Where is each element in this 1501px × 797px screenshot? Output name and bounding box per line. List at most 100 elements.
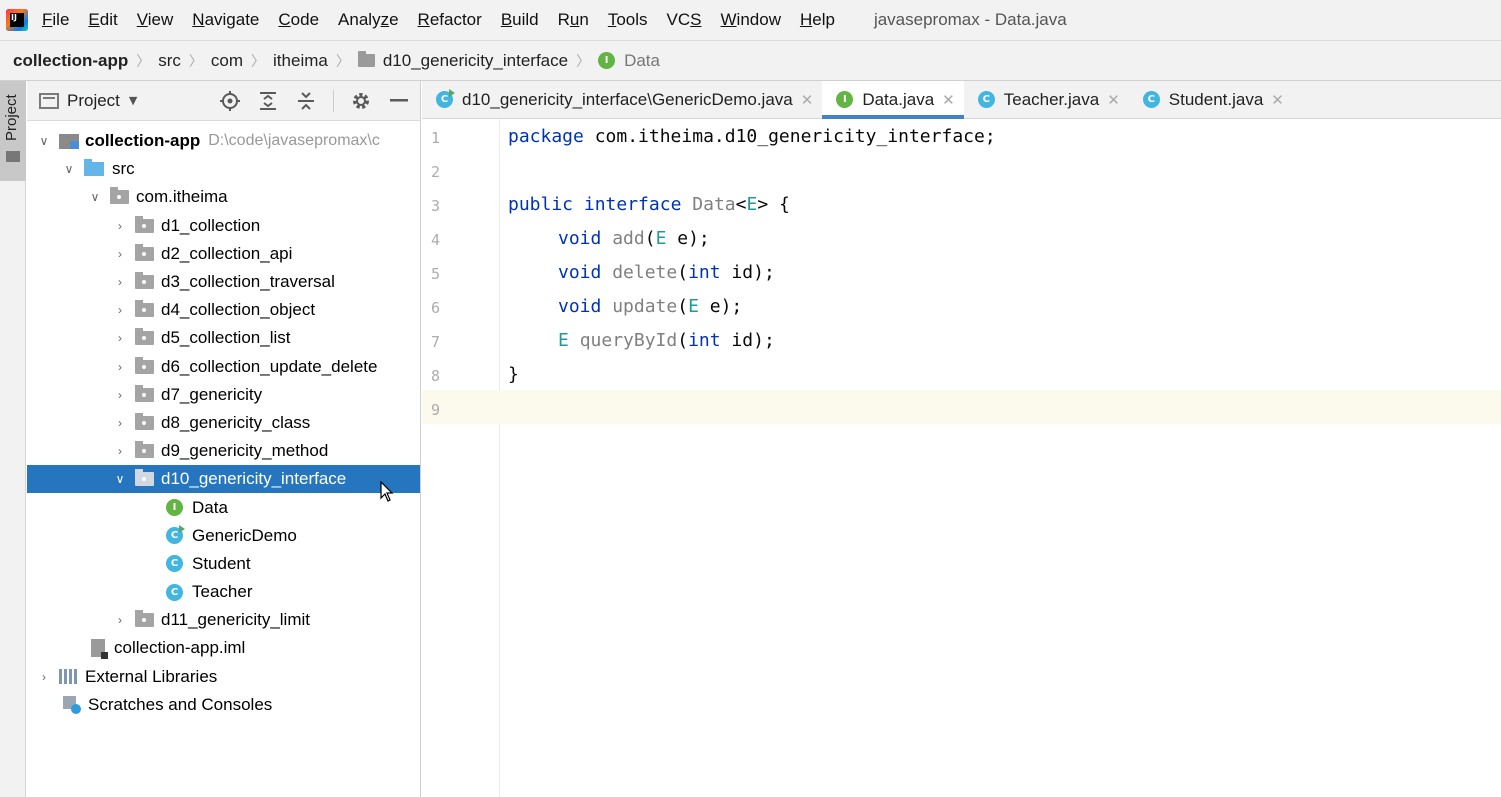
tree-node-folder[interactable]: › d5_collection_list	[27, 324, 420, 352]
project-tool-window-tab[interactable]: Project	[0, 81, 26, 181]
code-text: id);	[720, 262, 775, 283]
tree-node-file[interactable]: C Student	[27, 550, 420, 578]
tree-node-file[interactable]: C GenericDemo	[27, 522, 420, 550]
tree-node-folder-selected[interactable]: ∨ d10_genericity_interface	[27, 465, 420, 494]
menu-vcs[interactable]: VCS	[667, 10, 702, 30]
chevron-down-icon[interactable]: ∨	[37, 134, 51, 148]
breadcrumb-file[interactable]: I Data	[598, 51, 660, 71]
tree-node-file[interactable]: I Data	[27, 493, 420, 521]
tree-node-package[interactable]: ∨ com.itheima	[27, 183, 420, 211]
chevron-right-icon: 〉	[576, 52, 591, 69]
chevron-right-icon[interactable]: ›	[113, 331, 127, 345]
close-icon[interactable]: ✕	[942, 91, 955, 109]
code-line: package com.itheima.d10_genericity_inter…	[508, 126, 996, 147]
line-number-gutter: 1 2 3 4 5 6 7 8 9	[422, 119, 500, 797]
chevron-right-icon[interactable]: ›	[113, 219, 127, 233]
tree-node-src[interactable]: ∨ src	[27, 155, 420, 183]
code-line: void update(E e);	[558, 296, 742, 317]
close-icon[interactable]: ✕	[1107, 91, 1120, 109]
side-tab-label: Project	[3, 94, 20, 141]
line-number: 5	[431, 265, 441, 283]
menu-tools[interactable]: Tools	[608, 10, 648, 30]
breadcrumb-package[interactable]: d10_genericity_interface	[357, 51, 568, 71]
folder-label: d4_collection_object	[161, 300, 316, 320]
menu-view[interactable]: View	[137, 10, 174, 30]
window-title: javasepromax - Data.java	[873, 10, 1067, 29]
tree-node-external-libraries[interactable]: › External Libraries	[27, 663, 420, 691]
menu-help[interactable]: Help	[800, 10, 835, 30]
code-text: > {	[757, 194, 790, 215]
tab-data[interactable]: I Data.java ✕	[822, 81, 965, 119]
hide-panel-icon[interactable]	[388, 90, 410, 112]
chevron-right-icon[interactable]: ›	[113, 303, 127, 317]
tree-node-iml[interactable]: collection-app.iml	[27, 634, 420, 662]
keyword: void	[558, 296, 602, 317]
tab-student[interactable]: C Student.java ✕	[1129, 81, 1293, 118]
chevron-right-icon[interactable]: ›	[113, 360, 127, 374]
class-run-icon: C	[436, 89, 455, 108]
method-name: delete	[612, 262, 678, 283]
project-panel: Project ▼ ∨ collection-app D:\code\javas…	[27, 81, 421, 797]
iml-label: collection-app.iml	[114, 638, 246, 658]
tree-node-file[interactable]: C Teacher	[27, 578, 420, 606]
menu-file[interactable]: File	[42, 10, 69, 30]
tree-node-folder[interactable]: › d8_genericity_class	[27, 409, 420, 437]
tree-node-folder[interactable]: › d11_genericity_limit	[27, 606, 420, 634]
menu-analyze[interactable]: Analyze	[338, 10, 399, 30]
folder-label: d9_genericity_method	[161, 441, 329, 461]
tree-node-folder[interactable]: › d7_genericity	[27, 381, 420, 409]
breadcrumb-src[interactable]: src	[158, 51, 181, 71]
menu-code[interactable]: Code	[278, 10, 319, 30]
expand-all-icon[interactable]	[257, 90, 279, 112]
tree-node-folder[interactable]: › d6_collection_update_delete	[27, 353, 420, 381]
menu-edit[interactable]: Edit	[88, 10, 117, 30]
chevron-down-icon[interactable]: ∨	[62, 162, 76, 176]
gear-icon[interactable]	[350, 90, 372, 112]
tab-genericdemo[interactable]: C d10_genericity_interface\GenericDemo.j…	[422, 81, 822, 118]
tree-node-folder[interactable]: › d9_genericity_method	[27, 437, 420, 465]
breadcrumb-com[interactable]: com	[211, 51, 243, 71]
breadcrumb-module[interactable]: collection-app	[13, 51, 128, 71]
package-icon	[135, 300, 154, 318]
chevron-down-icon[interactable]: ∨	[88, 190, 102, 204]
tab-teacher[interactable]: C Teacher.java ✕	[964, 81, 1129, 118]
file-label: Data	[192, 497, 228, 517]
project-view-selector[interactable]: Project	[67, 91, 120, 111]
chevron-right-icon[interactable]: ›	[113, 247, 127, 261]
folder-label: d5_collection_list	[161, 328, 291, 348]
chevron-down-icon[interactable]: ▼	[129, 94, 137, 107]
tree-node-scratches[interactable]: Scratches and Consoles	[27, 691, 420, 719]
chevron-right-icon[interactable]: ›	[113, 416, 127, 430]
menu-refactor[interactable]: Refactor	[418, 10, 482, 30]
code-editor[interactable]: 1 2 3 4 5 6 7 8 9 package com.itheima.d1…	[422, 119, 1501, 797]
chevron-right-icon[interactable]: ›	[113, 388, 127, 402]
tree-node-folder[interactable]: › d1_collection	[27, 212, 420, 240]
menu-window[interactable]: Window	[721, 10, 781, 30]
menu-navigate[interactable]: Navigate	[192, 10, 259, 30]
tree-node-module[interactable]: ∨ collection-app D:\code\javasepromax\c	[27, 127, 420, 155]
menu-build[interactable]: Build	[501, 10, 539, 30]
chevron-right-icon[interactable]: ›	[113, 444, 127, 458]
line-number: 9	[431, 401, 441, 419]
code-text: (	[677, 262, 689, 283]
package-icon	[135, 412, 154, 430]
close-icon[interactable]: ✕	[801, 91, 814, 109]
tree-node-folder[interactable]: › d2_collection_api	[27, 240, 420, 268]
close-icon[interactable]: ✕	[1271, 91, 1284, 109]
locate-file-icon[interactable]	[219, 90, 241, 112]
menu-run[interactable]: Run	[558, 10, 589, 30]
line-number: 3	[431, 197, 441, 215]
module-label: collection-app	[85, 131, 201, 151]
tree-node-folder[interactable]: › d4_collection_object	[27, 296, 420, 324]
folder-label: d10_genericity_interface	[161, 469, 347, 489]
chevron-right-icon[interactable]: ›	[113, 275, 127, 289]
tree-node-folder[interactable]: › d3_collection_traversal	[27, 268, 420, 296]
breadcrumb-itheima[interactable]: itheima	[273, 51, 328, 71]
collapse-all-icon[interactable]	[295, 90, 317, 112]
class-icon: C	[1142, 91, 1160, 108]
chevron-right-icon[interactable]: ›	[37, 670, 51, 684]
keyword: public	[508, 194, 574, 215]
chevron-down-icon[interactable]: ∨	[113, 472, 127, 486]
chevron-right-icon[interactable]: ›	[113, 613, 127, 627]
type-parameter: E	[688, 296, 699, 317]
